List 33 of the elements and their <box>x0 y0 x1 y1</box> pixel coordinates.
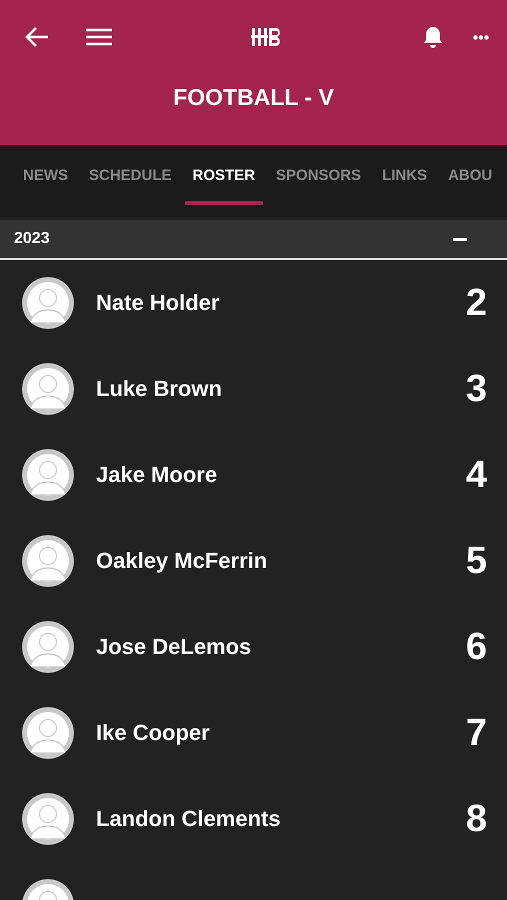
player-name: Landon Clements <box>96 806 282 832</box>
player-name: Jose DeLemos <box>96 634 252 660</box>
page-title: FOOTBALL - V <box>173 83 334 111</box>
avatar-icon <box>22 449 74 501</box>
tab[interactable]: NEWS <box>23 145 68 205</box>
season-label: 2023 <box>14 230 51 248</box>
avatar-icon <box>22 363 74 415</box>
jersey-number: 8 <box>466 798 487 840</box>
avatar-icon <box>22 793 74 845</box>
jersey-number: 2 <box>466 282 487 324</box>
jersey-number: 6 <box>466 626 487 668</box>
tab[interactable]: SPONSORS <box>276 145 362 205</box>
jersey-number: 4 <box>466 454 487 496</box>
player-name: Oakley McFerrin <box>96 548 268 574</box>
tab[interactable]: SCHEDULE <box>89 145 172 205</box>
jersey-number: 7 <box>466 712 487 754</box>
more-icon[interactable] <box>473 34 489 40</box>
menu-icon[interactable] <box>86 28 112 46</box>
tab[interactable]: ABOU <box>448 145 492 205</box>
player-name: Luke Brown <box>96 376 223 402</box>
player-name: Ike Cooper <box>96 720 211 746</box>
avatar-icon <box>22 277 74 329</box>
tab[interactable]: ROSTER <box>184 145 264 205</box>
avatar-icon <box>22 535 74 587</box>
jersey-number: 3 <box>466 368 487 410</box>
back-icon[interactable] <box>24 26 50 48</box>
avatar-icon <box>22 621 74 673</box>
player-name: Jake Moore <box>96 462 218 488</box>
tab[interactable]: LINKS <box>382 145 428 205</box>
avatar-icon <box>22 707 74 759</box>
player-name: Nate Holder <box>96 290 220 316</box>
jersey-number: 5 <box>466 540 487 582</box>
bell-icon[interactable] <box>423 26 443 48</box>
